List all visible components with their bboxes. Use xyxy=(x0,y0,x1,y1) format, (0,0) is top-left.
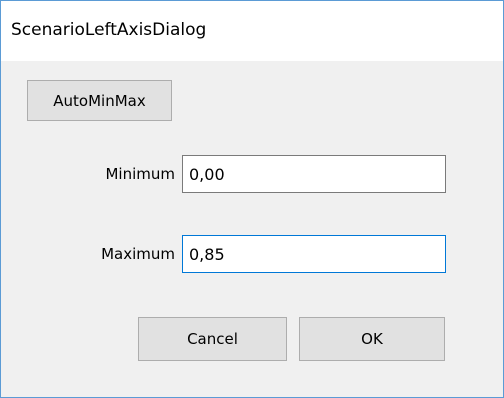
auto-min-max-button[interactable]: AutoMinMax xyxy=(27,80,172,121)
minimum-field[interactable] xyxy=(182,155,446,193)
ok-button[interactable]: OK xyxy=(299,317,445,361)
cancel-button[interactable]: Cancel xyxy=(138,317,287,361)
maximum-label: Maximum xyxy=(101,245,175,263)
scenario-left-axis-dialog: ScenarioLeftAxisDialog AutoMinMax Minimu… xyxy=(0,0,504,398)
minimum-label: Minimum xyxy=(105,165,175,183)
maximum-field[interactable] xyxy=(182,235,446,273)
window-title: ScenarioLeftAxisDialog xyxy=(11,20,207,40)
title-bar[interactable]: ScenarioLeftAxisDialog xyxy=(1,1,503,61)
